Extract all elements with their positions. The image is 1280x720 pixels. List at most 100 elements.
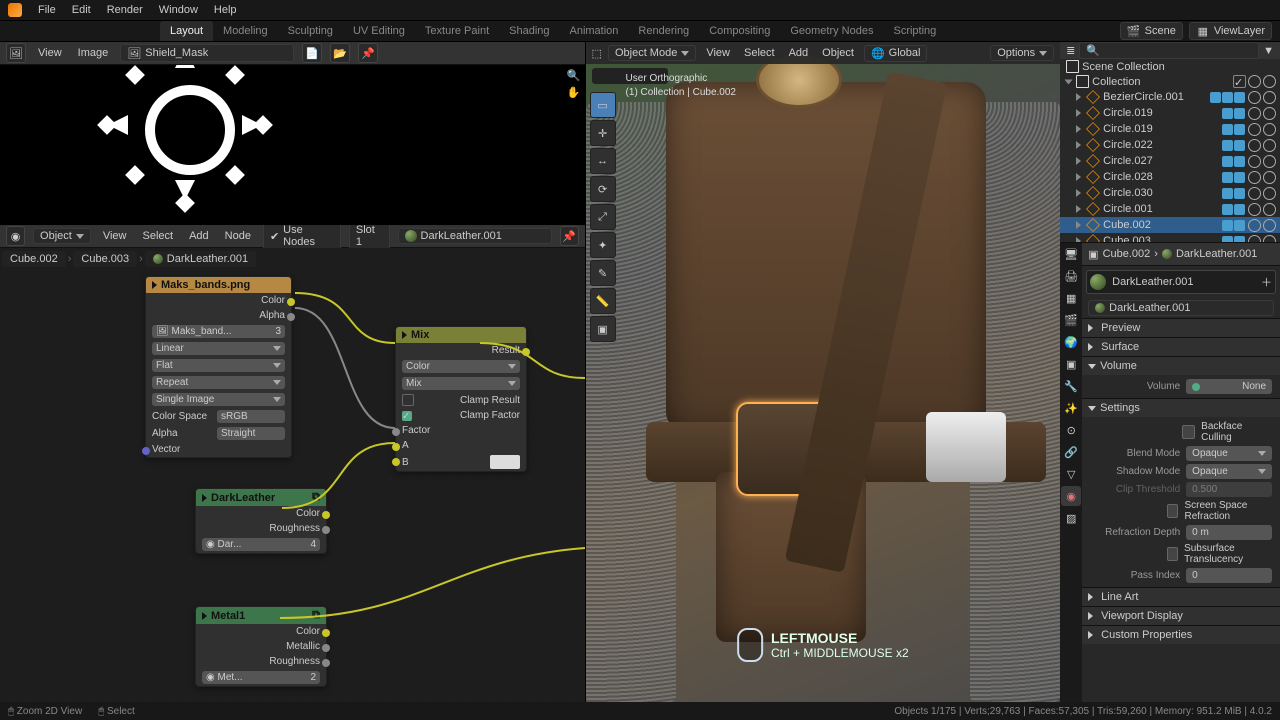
tab-uvediting[interactable]: UV Editing <box>343 21 415 41</box>
vp-menu-object[interactable]: Object <box>818 47 858 59</box>
outliner-row[interactable]: Circle.019 <box>1060 121 1280 137</box>
tool-measure[interactable]: 📏 <box>590 288 616 314</box>
eye-icon[interactable] <box>1248 107 1261 120</box>
scene-collection-row[interactable]: Scene Collection <box>1060 59 1280 74</box>
shadow-value[interactable]: Opaque <box>1186 464 1272 479</box>
panel-title[interactable]: Custom Properties <box>1101 629 1192 641</box>
image-selector[interactable]: 🖼 Shield_Mask <box>120 44 294 62</box>
render-icon[interactable] <box>1263 219 1276 232</box>
select-mode-2[interactable] <box>608 69 622 83</box>
shader-type[interactable]: Object <box>33 228 91 244</box>
pass-value[interactable]: 0 <box>1186 568 1272 583</box>
orient-selector[interactable]: 🌐 Global <box>864 45 928 62</box>
material-browse[interactable]: DarkLeather.001 <box>1088 300 1274 316</box>
render-icon[interactable] <box>1263 171 1276 184</box>
group-selector[interactable]: ◉ Dar...4 <box>202 538 320 551</box>
ext-dropdown[interactable]: Repeat <box>152 376 285 389</box>
tab-animation[interactable]: Animation <box>560 21 629 41</box>
menu-render[interactable]: Render <box>99 4 151 16</box>
node-menu-node[interactable]: Node <box>221 230 255 242</box>
tool-annotate[interactable]: ✎ <box>590 260 616 286</box>
outliner-row[interactable]: Circle.022 <box>1060 137 1280 153</box>
menu-edit[interactable]: Edit <box>64 4 99 16</box>
blend-mode-dropdown[interactable]: Mix <box>402 377 520 390</box>
outliner-row[interactable]: Circle.028 <box>1060 169 1280 185</box>
eye-icon[interactable] <box>1248 123 1261 136</box>
editor-type-image[interactable]: 🖼 <box>6 43 26 63</box>
proptab-world[interactable]: 🌍 <box>1061 332 1081 352</box>
tab-sculpting[interactable]: Sculpting <box>278 21 343 41</box>
panel-title[interactable]: Viewport Display <box>1101 610 1183 622</box>
proptab-data[interactable]: ▽ <box>1061 464 1081 484</box>
material-selector[interactable]: DarkLeather.001 <box>398 228 552 244</box>
tool-transform[interactable]: ✦ <box>590 232 616 258</box>
tab-shading[interactable]: Shading <box>499 21 559 41</box>
proptab-object[interactable]: ▣ <box>1061 354 1081 374</box>
eye-icon[interactable] <box>1248 75 1261 88</box>
render-icon[interactable] <box>1263 75 1276 88</box>
proptab-physics[interactable]: ⊙ <box>1061 420 1081 440</box>
eye-icon[interactable] <box>1248 139 1261 152</box>
options-dropdown[interactable]: Options <box>990 45 1054 61</box>
outliner-row[interactable]: Circle.030 <box>1060 185 1280 201</box>
image-pin-icon[interactable]: 📌 <box>358 43 378 63</box>
proj-dropdown[interactable]: Flat <box>152 359 285 372</box>
proptab-render[interactable]: 🖥 <box>1061 244 1081 264</box>
panel-title[interactable]: Settings <box>1100 402 1140 414</box>
image-open-icon[interactable]: 📂 <box>330 43 350 63</box>
proptab-modifier[interactable]: 🔧 <box>1061 376 1081 396</box>
panel-title[interactable]: Surface <box>1101 341 1139 353</box>
outliner-row[interactable]: BezierCircle.001 <box>1060 89 1280 105</box>
tool-rotate[interactable]: ⟳ <box>590 176 616 202</box>
tab-scripting[interactable]: Scripting <box>883 21 946 41</box>
outliner-row[interactable]: Circle.027 <box>1060 153 1280 169</box>
eye-icon[interactable] <box>1248 219 1261 232</box>
tool-select[interactable]: ▭ <box>590 92 616 118</box>
clamp-factor-check[interactable]: ✓ <box>402 411 412 421</box>
tab-compositing[interactable]: Compositing <box>699 21 780 41</box>
proptab-particles[interactable]: ✨ <box>1061 398 1081 418</box>
image-view[interactable]: 🔍 ✋ <box>0 65 585 225</box>
render-icon[interactable] <box>1263 187 1276 200</box>
node-image-texture[interactable]: Maks_bands.png Color Alpha 🖼 Maks_band..… <box>145 276 292 458</box>
breadcrumb-mat[interactable]: DarkLeather.001 <box>145 251 256 267</box>
eye-icon[interactable] <box>1248 171 1261 184</box>
ssr-check[interactable] <box>1167 504 1178 518</box>
select-mode-1[interactable] <box>593 69 607 83</box>
proptab-output[interactable]: 🖨 <box>1061 266 1081 286</box>
vp-menu-add[interactable]: Add <box>785 47 813 59</box>
colorspace-dropdown[interactable]: sRGB <box>217 410 285 423</box>
blend-value[interactable]: Opaque <box>1186 446 1272 461</box>
menu-help[interactable]: Help <box>206 4 245 16</box>
editor-type-shader[interactable]: ◉ <box>6 226 25 246</box>
image-new-icon[interactable]: 📄 <box>302 43 322 63</box>
use-nodes-toggle[interactable]: ✔ Use Nodes <box>263 222 341 250</box>
node-group-darkleather[interactable]: DarkLeather⧉ Color Roughness ◉ Dar...4 <box>195 488 327 554</box>
crumb-mat[interactable]: DarkLeather.001 <box>1176 248 1257 260</box>
tool-scale[interactable]: ⤢ <box>590 204 616 230</box>
proptab-scene[interactable]: 🎬 <box>1061 310 1081 330</box>
image-menu-view[interactable]: View <box>34 47 66 59</box>
eye-icon[interactable] <box>1248 91 1261 104</box>
image-browse[interactable]: 🖼 Maks_band...3 <box>152 325 285 338</box>
viewport-3d[interactable]: ⬚ Object Mode View Select Add Object 🌐 G… <box>586 42 1061 702</box>
checkbox-icon[interactable]: ✓ <box>1233 75 1246 88</box>
collection-row[interactable]: Collection ✓ <box>1060 74 1280 89</box>
proptab-texture[interactable]: ▨ <box>1061 508 1081 528</box>
slot-selector[interactable]: Slot 1 <box>349 222 390 250</box>
pin-material-icon[interactable]: 📌 <box>560 226 579 246</box>
editor-type-outliner[interactable]: ≣ <box>1066 44 1075 57</box>
proptab-viewlayer[interactable]: ▦ <box>1061 288 1081 308</box>
outliner-row[interactable]: Circle.019 <box>1060 105 1280 121</box>
node-menu-add[interactable]: Add <box>185 230 213 242</box>
node-menu-view[interactable]: View <box>99 230 131 242</box>
color-b-swatch[interactable] <box>490 455 520 469</box>
breadcrumb-obj[interactable]: Cube.002 <box>2 251 66 267</box>
proptab-constraint[interactable]: 🔗 <box>1061 442 1081 462</box>
backface-check[interactable] <box>1182 425 1195 439</box>
tab-layout[interactable]: Layout <box>160 21 213 41</box>
panel-title[interactable]: Preview <box>1101 322 1140 334</box>
node-editor-view[interactable]: Cube.002 › Cube.003 › DarkLeather.001 Ma… <box>0 248 585 702</box>
sss-check[interactable] <box>1167 547 1178 561</box>
eye-icon[interactable] <box>1248 187 1261 200</box>
